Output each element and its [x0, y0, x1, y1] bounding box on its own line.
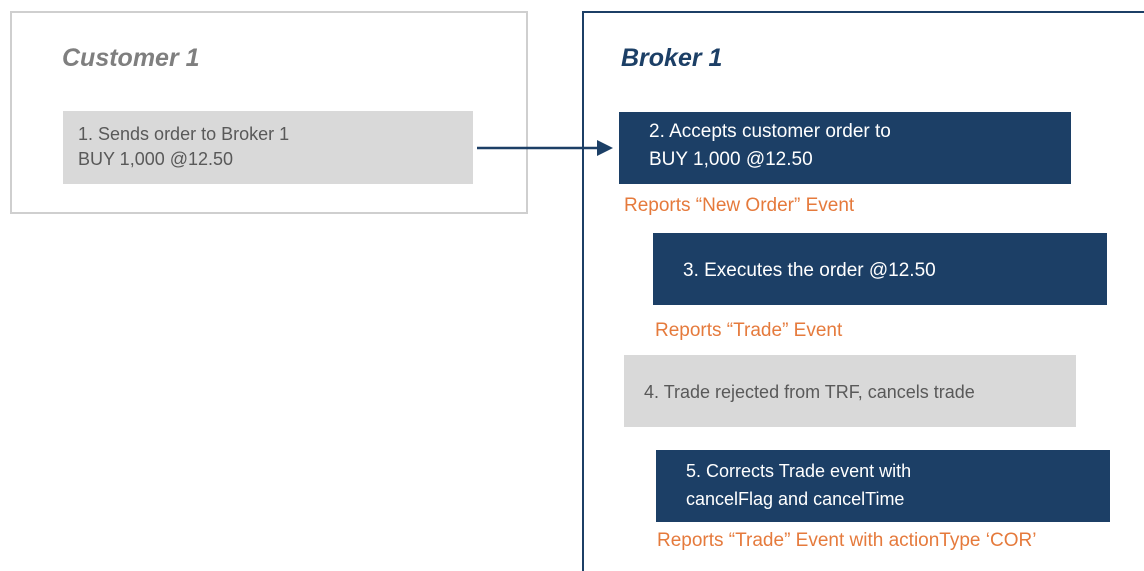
report-trade: Reports “Trade” Event — [655, 320, 843, 341]
step3-line1: 3. Executes the order @12.50 — [683, 260, 936, 281]
broker-title: Broker 1 — [621, 44, 723, 72]
step5-box: 5. Corrects Trade event with cancelFlag … — [656, 450, 1110, 522]
step1-line1: 1. Sends order to Broker 1 — [78, 124, 290, 144]
step4-box: 4. Trade rejected from TRF, cancels trad… — [624, 355, 1076, 427]
report-new-order: Reports “New Order” Event — [624, 195, 855, 216]
report-trade-cor: Reports “Trade” Event with actionType ‘C… — [657, 530, 1037, 551]
customer-title: Customer 1 — [62, 44, 200, 72]
step2-line2: BUY 1,000 @12.50 — [649, 149, 813, 170]
step3-box: 3. Executes the order @12.50 — [653, 233, 1107, 305]
step2-line1: 2. Accepts customer order to — [649, 121, 891, 142]
step1-box: 1. Sends order to Broker 1 BUY 1,000 @12… — [63, 111, 473, 184]
step4-line1: 4. Trade rejected from TRF, cancels trad… — [644, 382, 975, 402]
step2-box: 2. Accepts customer order to BUY 1,000 @… — [619, 112, 1071, 184]
arrow-right-icon — [477, 140, 613, 156]
step5-line1: 5. Corrects Trade event with — [686, 461, 912, 481]
step5-line2: cancelFlag and cancelTime — [686, 489, 905, 509]
step1-line2: BUY 1,000 @12.50 — [78, 149, 234, 169]
